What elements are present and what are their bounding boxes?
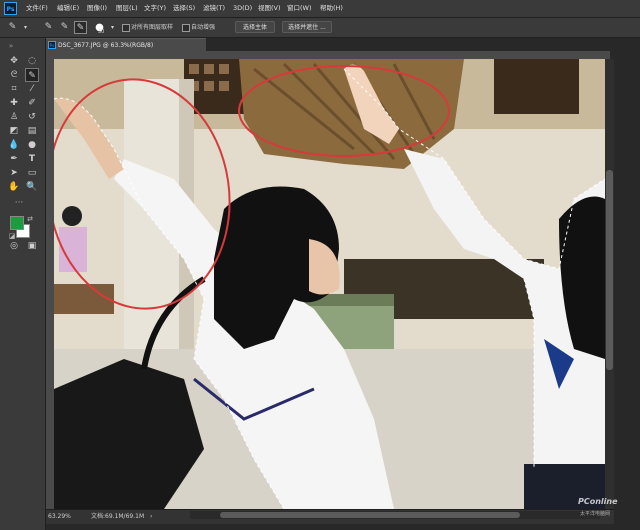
add-to-selection-icon[interactable]: ✎: [58, 21, 71, 34]
subtract-from-selection-icon[interactable]: ✎: [74, 21, 87, 34]
panel-collapse-icon[interactable]: »: [4, 39, 18, 53]
quick-select-icon[interactable]: ✎: [25, 68, 39, 82]
move-icon[interactable]: ✥: [7, 54, 21, 68]
options-bar: ✎ ▾ ✎ ✎ ✎ ● 30 ▾ 对所有图层取样 自动增强 选择主体 选择并遮住…: [0, 18, 640, 38]
hand-icon[interactable]: ✋: [7, 180, 21, 194]
tools-panel: » ✥ ◌ ᘓ ✎ ⌗ ⁄ ✚ ✐ ♙ ↺ ◩ ▤ 💧 ● ✒ T ➤ ▭ ✋ …: [0, 38, 46, 530]
select-subject-button[interactable]: 选择主体: [235, 21, 275, 33]
brush-icon[interactable]: ✐: [25, 96, 39, 110]
dodge-icon[interactable]: ●: [25, 138, 39, 152]
auto-enhance-label: 自动增强: [191, 24, 216, 31]
pen-icon[interactable]: ✒: [7, 152, 21, 166]
eraser-icon[interactable]: ◩: [7, 124, 21, 138]
menu-bar: Ps 文件(F) 编辑(E) 图像(I) 图层(L) 文字(Y) 选择(S) 滤…: [0, 0, 640, 18]
more-tools-icon[interactable]: ···: [12, 196, 26, 210]
document-size: 文档:69.1M/69.1M: [91, 513, 145, 520]
menu-window[interactable]: 窗口(W): [287, 0, 312, 17]
chevron-down-icon[interactable]: ▾: [106, 21, 119, 34]
shape-icon[interactable]: ▭: [25, 166, 39, 180]
marquee-icon[interactable]: ◌: [25, 54, 39, 68]
vertical-scroll-thumb[interactable]: [606, 170, 613, 370]
status-menu-chevron-icon[interactable]: ›: [150, 512, 152, 522]
quick-mask-icon[interactable]: ◎: [7, 239, 21, 253]
menu-view[interactable]: 视图(V): [258, 0, 281, 17]
photoshop-logo-icon[interactable]: Ps: [4, 2, 17, 15]
ps-document-icon: Ps: [48, 41, 56, 49]
menu-type[interactable]: 文字(Y): [144, 0, 166, 17]
sample-all-layers-label: 对所有图层取样: [131, 24, 174, 31]
screen-mode-icon[interactable]: ▣: [25, 239, 39, 253]
swap-colors-icon[interactable]: ⇄: [23, 212, 37, 226]
document-tab[interactable]: Ps DSC_3677.JPG @ 63.3%(RGB/8): [46, 38, 206, 52]
new-selection-icon[interactable]: ✎: [42, 21, 55, 34]
watermark-subtitle: 太平洋电脑网: [580, 511, 611, 517]
auto-enhance-checkbox[interactable]: [182, 24, 190, 32]
stamp-icon[interactable]: ♙: [7, 110, 21, 124]
zoom-icon[interactable]: 🔍: [25, 180, 39, 194]
menu-help[interactable]: 帮助(H): [320, 0, 343, 17]
horizontal-scroll-thumb[interactable]: [220, 512, 520, 518]
zoom-level[interactable]: 63.29%: [48, 512, 71, 522]
menu-layer[interactable]: 图层(L): [116, 0, 138, 17]
crop-icon[interactable]: ⌗: [7, 82, 21, 96]
eyedropper-icon[interactable]: ⁄: [25, 82, 39, 96]
menu-edit[interactable]: 编辑(E): [57, 0, 79, 17]
foreground-color-swatch[interactable]: [10, 216, 24, 230]
path-select-icon[interactable]: ➤: [7, 166, 21, 180]
type-icon[interactable]: T: [25, 152, 39, 166]
chevron-down-icon[interactable]: ▾: [19, 21, 32, 34]
menu-select[interactable]: 选择(S): [173, 0, 195, 17]
healing-icon[interactable]: ✚: [7, 96, 21, 110]
menu-filter[interactable]: 滤镜(T): [203, 0, 225, 17]
menu-file[interactable]: 文件(F): [26, 0, 48, 17]
lasso-icon[interactable]: ᘓ: [7, 68, 21, 82]
blur-icon[interactable]: 💧: [7, 138, 21, 152]
photo: [54, 59, 605, 509]
history-brush-icon[interactable]: ↺: [25, 110, 39, 124]
brush-size-value: 30: [98, 29, 105, 35]
menu-image[interactable]: 图像(I): [87, 0, 107, 17]
watermark-logo: PConline: [578, 497, 618, 506]
quick-select-tool-preset-icon[interactable]: ✎: [6, 21, 19, 34]
gradient-icon[interactable]: ▤: [25, 124, 39, 138]
image-canvas[interactable]: [54, 59, 605, 509]
menu-3d[interactable]: 3D(D): [233, 0, 252, 17]
sample-all-layers-checkbox[interactable]: [122, 24, 130, 32]
select-and-mask-button[interactable]: 选择并遮住 ...: [282, 21, 332, 33]
